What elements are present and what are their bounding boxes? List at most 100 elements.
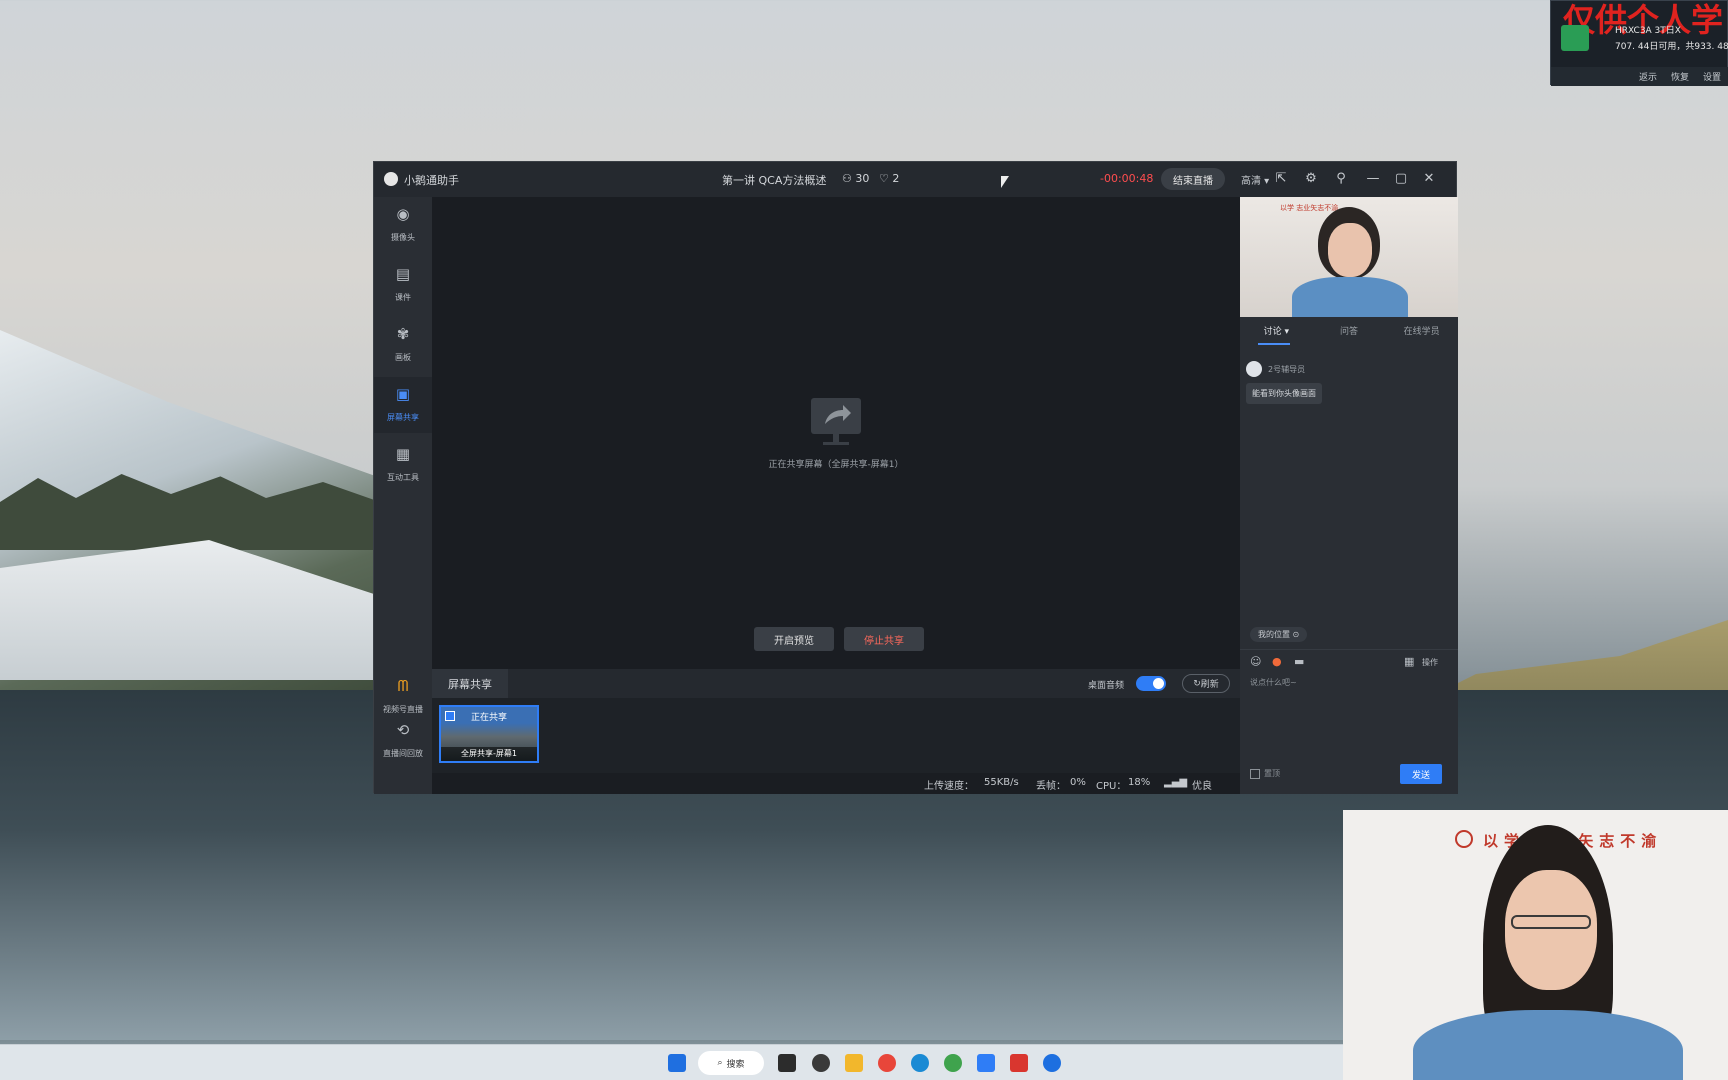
chevron-down-icon: ▾ [1281, 327, 1290, 337]
nav-item-whiteboard[interactable]: ✾ 画板 [374, 317, 432, 373]
teacher-video-overlay: 以学 志业矢志不渝 [1343, 810, 1728, 1080]
share-toolbar: 屏幕共享 桌面音频 ↻ 刷新 [432, 669, 1240, 698]
cpu-label: CPU： [1096, 781, 1127, 792]
emoji-icon[interactable]: ☺ [1250, 655, 1261, 668]
seal-icon [1455, 830, 1473, 848]
taskbar-search[interactable]: ⌕ 搜索 [698, 1051, 764, 1075]
nav-item-courseware[interactable]: ▤ 课件 [374, 257, 432, 313]
my-position-button[interactable]: 我的位置 ⊙ [1250, 627, 1308, 642]
left-nav: ◉ 摄像头 ▤ 课件 ✾ 画板 ▣ 屏幕共享 ▦ 互动工具 ᗰ 视频号直播 ⟲ … [374, 197, 432, 794]
chevron-down-icon: ▾ [1261, 176, 1270, 187]
live-stage: 正在共享屏幕（全屏共享-屏幕1） 开启预览 停止共享 [432, 197, 1240, 669]
banner-motto: 以学 志业矢志不渝 [1280, 204, 1339, 212]
start-preview-button[interactable]: 开启预览 [754, 627, 834, 651]
active-tab-indicator [1258, 343, 1290, 345]
nav-item-camera[interactable]: ◉ 摄像头 [374, 197, 432, 253]
nav-item-screen-share[interactable]: ▣ 屏幕共享 [374, 377, 432, 433]
monitor-line-2: 707. 44日可用，共933. 48日 [1615, 42, 1728, 52]
person-face [1328, 223, 1372, 277]
gear-icon[interactable]: ⚙ [1302, 170, 1320, 188]
windows-start-icon[interactable] [668, 1054, 686, 1072]
wps-icon[interactable] [1010, 1054, 1028, 1072]
checkbox-icon [445, 711, 455, 721]
minimize-icon[interactable]: — [1364, 170, 1382, 188]
teacher-face [1505, 870, 1597, 990]
refresh-icon: ↻ [1193, 678, 1201, 689]
monitor-action-settings[interactable]: 设置 [1703, 70, 1721, 83]
taskbar: ⌕ 搜索 [0, 1044, 1343, 1080]
share-out-icon[interactable]: ⇱ [1272, 170, 1290, 188]
close-icon[interactable]: ✕ [1420, 170, 1438, 188]
thumbnail-caption: 全屏共享-屏幕1 [441, 747, 537, 761]
monitor-app-icon [1561, 25, 1589, 51]
monitor-line-1: HRXC3A 3T日X [1615, 26, 1681, 36]
folder-icon[interactable]: ▬ [1294, 655, 1304, 668]
nav-item-replay[interactable]: ⟲ 直播间回放 [374, 713, 432, 769]
end-live-button[interactable]: 结束直播 [1161, 168, 1225, 190]
refresh-button[interactable]: ↻ 刷新 [1182, 674, 1230, 693]
teacher-body [1413, 1010, 1683, 1080]
app-logo-icon [384, 172, 398, 186]
app-name: 小鹅通助手 [404, 174, 459, 187]
maximize-icon[interactable]: ▢ [1392, 170, 1410, 188]
app-icon[interactable] [944, 1054, 962, 1072]
location-icon: ⊙ [1290, 630, 1300, 639]
grid-icon[interactable]: ▦ [1404, 655, 1414, 668]
file-icon: ▤ [395, 265, 411, 283]
thumbnail-status: 正在共享 [471, 713, 508, 723]
cpu-value: 18% [1128, 777, 1151, 788]
desktop-audio-label: 桌面音频 [1088, 681, 1125, 691]
dell-icon[interactable] [812, 1054, 830, 1072]
send-button[interactable]: 发送 [1400, 764, 1442, 784]
course-title: 第一讲 QCA方法概述 [722, 174, 827, 187]
screen-thumbnails: 正在共享 全屏共享-屏幕1 [432, 698, 1240, 773]
palette-icon: ✾ [396, 325, 410, 343]
nav-item-interactive-tools[interactable]: ▦ 互动工具 [374, 437, 432, 493]
status-bar: 上传速度： 55KB/s 丢帧： 0% CPU： 18% ▂▄▆ 优良 [432, 773, 1240, 794]
upload-label: 上传速度： [924, 781, 974, 792]
notes-icon[interactable] [977, 1054, 995, 1072]
monitor-action-show[interactable]: 返示 [1639, 70, 1657, 83]
pin-checkbox[interactable] [1250, 769, 1260, 779]
tab-screen-share[interactable]: 屏幕共享 [432, 669, 508, 698]
task-view-icon[interactable] [778, 1054, 796, 1072]
pin-icon[interactable]: ⚲ [1332, 170, 1350, 188]
system-monitor-widget: 仅供个人学 HRXC3A 3T日X 707. 44日可用，共933. 48日 返… [1550, 0, 1728, 86]
like-count: ♡ 2 [879, 172, 900, 185]
person-body [1292, 277, 1408, 317]
stop-share-button[interactable]: 停止共享 [844, 627, 924, 651]
loss-value: 0% [1070, 777, 1086, 788]
gift-icon[interactable]: ● [1272, 655, 1282, 668]
search-icon: ⌕ [717, 1058, 723, 1068]
screen-share-icon: ▣ [395, 385, 411, 403]
chrome-icon[interactable] [878, 1054, 896, 1072]
thumbs-up-icon: ♡ [879, 172, 893, 185]
tab-online-students[interactable]: 在线学员 [1385, 317, 1458, 347]
tab-qa[interactable]: 问答 [1313, 317, 1386, 347]
pin-checkbox-label: 置顶 [1264, 769, 1280, 778]
file-explorer-icon[interactable] [845, 1054, 863, 1072]
desktop-audio-toggle[interactable] [1136, 676, 1166, 691]
screen-share-icon [811, 398, 861, 445]
monitor-action-restore[interactable]: 恢复 [1671, 70, 1689, 83]
avatar [1246, 361, 1262, 377]
video-channel-icon: ᗰ [397, 677, 409, 695]
live-assistant-icon[interactable] [1043, 1054, 1061, 1072]
operate-label[interactable]: 操作 [1422, 657, 1438, 668]
upload-value: 55KB/s [984, 777, 1019, 788]
teacher-glasses [1511, 915, 1591, 929]
quality-select[interactable]: 高清 ▾ [1241, 172, 1269, 187]
live-timer: -00:00:48 [1100, 172, 1154, 185]
right-panel: 以学 志业矢志不渝 讨论 ▾ 问答 在线学员 2号辅导员 能看到你头像画面 我的… [1240, 197, 1458, 794]
users-icon: ⚇ [842, 172, 856, 185]
live-assistant-window: 小鹅通助手 第一讲 QCA方法概述 ⚇ 30 ♡ 2 -00:00:48 结束直… [373, 161, 1458, 794]
teacher-camera-preview: 以学 志业矢志不渝 [1240, 197, 1458, 317]
loss-label: 丢帧： [1036, 781, 1066, 792]
edge-icon[interactable] [911, 1054, 929, 1072]
camera-icon: ◉ [396, 205, 410, 223]
message-author: 2号辅导员 [1268, 365, 1306, 374]
viewer-count: ⚇ 30 [842, 172, 870, 185]
screen-thumbnail[interactable]: 正在共享 全屏共享-屏幕1 [439, 705, 539, 763]
share-status-text: 正在共享屏幕（全屏共享-屏幕1） [768, 460, 904, 470]
chat-input[interactable]: 说点什么吧~ [1250, 677, 1297, 688]
